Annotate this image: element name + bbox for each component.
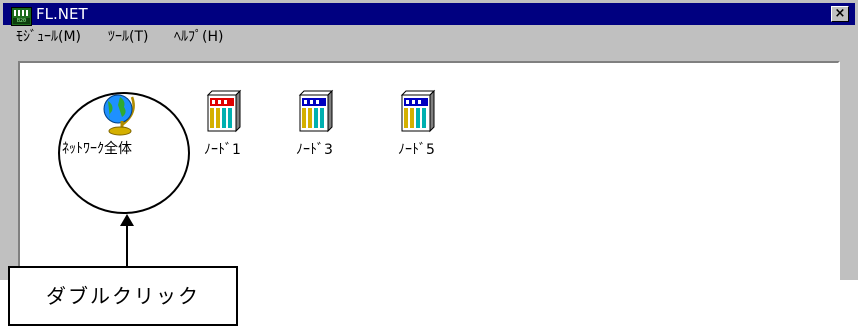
plc-rack-icon-red (206, 89, 242, 133)
annotation-arrow-line (126, 224, 128, 266)
close-button[interactable]: × (831, 6, 849, 22)
icon-label-node1: ﾉｰﾄﾞ1 (204, 142, 241, 158)
menu-module[interactable]: ﾓｼﾞｭｰﾙ(M) (16, 28, 81, 46)
icon-label-node5: ﾉｰﾄﾞ5 (398, 142, 435, 158)
app-icon-tag: B20 (13, 18, 30, 24)
icon-node-3[interactable]: ﾉｰﾄﾞ3 (292, 89, 340, 179)
icon-node-5[interactable]: ﾉｰﾄﾞ5 (394, 89, 442, 179)
plc-rack-icon-blue (298, 89, 334, 133)
icon-node-1[interactable]: ﾉｰﾄﾞ1 (200, 89, 248, 179)
title-bar[interactable]: B20 FL.NET × (3, 3, 855, 26)
icon-label-node3: ﾉｰﾄﾞ3 (296, 142, 333, 158)
annotation-circle (58, 92, 190, 214)
window-title: FL.NET (36, 5, 88, 23)
plc-rack-icon-blue (400, 89, 436, 133)
menu-bar: ﾓｼﾞｭｰﾙ(M) ﾂｰﾙ(T) ﾍﾙﾌﾟ(H) (3, 26, 855, 48)
menu-tool[interactable]: ﾂｰﾙ(T) (108, 28, 148, 46)
menu-help[interactable]: ﾍﾙﾌﾟ(H) (174, 28, 223, 46)
app-icon-bars (14, 10, 29, 16)
app-icon[interactable]: B20 (11, 7, 32, 26)
annotation-callout: ダブルクリック (8, 266, 238, 326)
